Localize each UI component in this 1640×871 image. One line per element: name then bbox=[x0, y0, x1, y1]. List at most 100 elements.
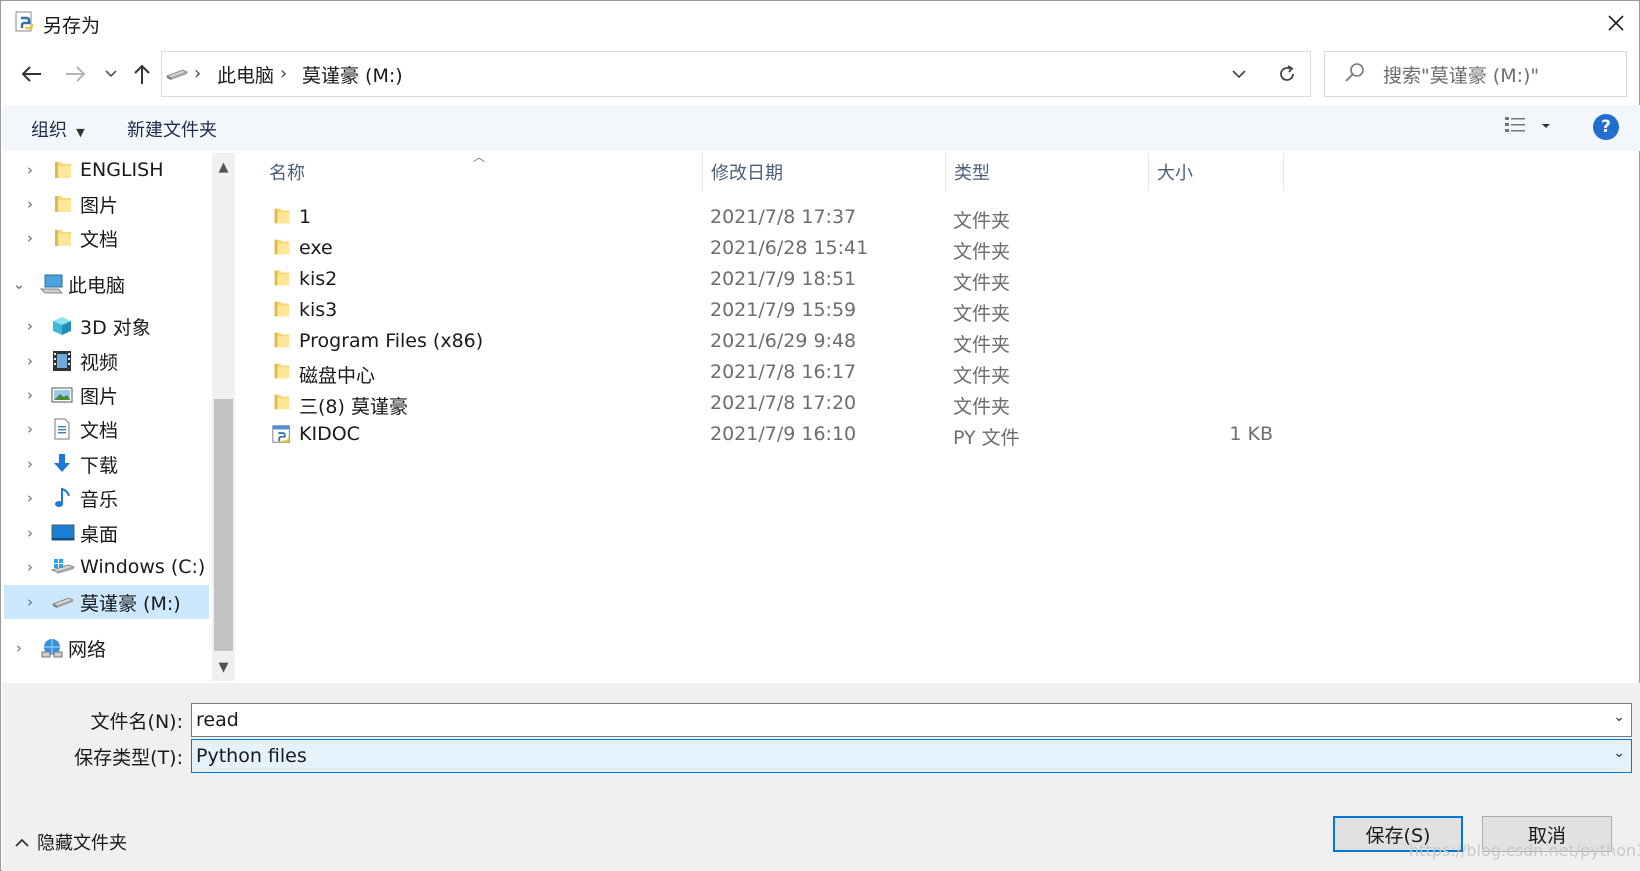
chevron-right-icon: › bbox=[27, 195, 33, 213]
title-bar bbox=[1, 1, 1640, 45]
breadcrumb-current-drive[interactable]: 莫谨豪 (M:) bbox=[302, 61, 403, 88]
filename-input[interactable]: read ⌄ bbox=[191, 703, 1632, 737]
folder-icon bbox=[271, 206, 291, 226]
nav-item-documents-quick[interactable]: › 文档 bbox=[2, 221, 212, 255]
address-dropdown-button[interactable] bbox=[1223, 59, 1255, 89]
scroll-down-arrow-icon[interactable]: ▼ bbox=[212, 653, 235, 681]
file-date: 2021/6/28 15:41 bbox=[710, 237, 869, 259]
computer-icon bbox=[39, 273, 64, 295]
dropdown-caret-icon: ▼ bbox=[72, 126, 85, 139]
chevron-right-icon: › bbox=[27, 524, 33, 542]
recent-locations-button[interactable] bbox=[94, 56, 128, 92]
nav-item-drive-m[interactable]: › 莫谨豪 (M:) bbox=[4, 585, 209, 619]
drive-icon bbox=[165, 65, 189, 87]
nav-item-label: 图片 bbox=[80, 385, 119, 408]
file-date: 2021/7/8 17:20 bbox=[710, 392, 857, 414]
back-button[interactable] bbox=[13, 56, 49, 92]
file-type: 文件夹 bbox=[953, 272, 1011, 294]
chevron-right-icon: › bbox=[16, 639, 22, 657]
nav-item-desktop[interactable]: › 桌面 bbox=[2, 516, 212, 550]
windows-drive-icon bbox=[50, 556, 76, 578]
nav-item-this-pc[interactable]: ⌄ 此电脑 bbox=[2, 267, 212, 301]
file-name: KIDOC bbox=[299, 423, 360, 445]
chevron-right-icon: › bbox=[27, 352, 33, 370]
file-date: 2021/7/9 15:59 bbox=[710, 299, 857, 321]
chevron-down-icon[interactable]: ⌄ bbox=[1613, 709, 1625, 725]
scroll-up-arrow-icon[interactable]: ▲ bbox=[212, 153, 235, 181]
folder-icon bbox=[271, 237, 291, 257]
column-header-size[interactable]: 大小 bbox=[1157, 159, 1193, 185]
nav-item-pictures-quick[interactable]: › 图片 bbox=[2, 187, 212, 221]
command-bar bbox=[2, 105, 1640, 151]
sort-ascending-icon: ︿ bbox=[473, 150, 486, 164]
file-row[interactable]: 三(8) 莫谨豪 2021/7/8 17:20 文件夹 bbox=[263, 388, 1293, 419]
folder-icon bbox=[51, 159, 73, 181]
nav-item-label: 文档 bbox=[80, 419, 119, 442]
column-header-name[interactable]: 名称 bbox=[269, 159, 305, 185]
python-file-icon bbox=[271, 423, 291, 443]
folder-icon bbox=[271, 268, 291, 288]
file-row[interactable]: kis3 2021/7/9 15:59 文件夹 bbox=[263, 295, 1293, 326]
column-divider[interactable] bbox=[702, 153, 703, 191]
nav-item-label: 音乐 bbox=[80, 488, 119, 511]
nav-item-downloads[interactable]: › 下载 bbox=[2, 447, 212, 481]
folder-icon bbox=[271, 361, 291, 381]
network-icon bbox=[40, 637, 63, 659]
file-date: 2021/6/29 9:48 bbox=[710, 330, 857, 352]
file-type: 文件夹 bbox=[953, 303, 1011, 325]
chevron-down-icon[interactable]: ⌄ bbox=[1613, 745, 1625, 761]
hide-folders-toggle[interactable]: 隐藏文件夹 bbox=[15, 829, 127, 855]
column-divider[interactable] bbox=[1283, 153, 1284, 191]
view-options-button[interactable] bbox=[1504, 115, 1560, 142]
nav-item-english[interactable]: › ENGLISH bbox=[2, 153, 212, 187]
chevron-right-icon: › bbox=[27, 161, 33, 179]
nav-item-label: 下载 bbox=[80, 454, 119, 477]
nav-item-videos[interactable]: › 视频 bbox=[2, 344, 212, 378]
breadcrumb-separator: › bbox=[280, 63, 288, 84]
file-row[interactable]: kis2 2021/7/9 18:51 文件夹 bbox=[263, 264, 1293, 295]
column-header-type[interactable]: 类型 bbox=[954, 159, 990, 185]
file-name: 三(8) 莫谨豪 bbox=[299, 396, 408, 418]
nav-item-music[interactable]: › 音乐 bbox=[2, 481, 212, 515]
nav-item-3d-objects[interactable]: › 3D 对象 bbox=[2, 309, 212, 343]
chevron-right-icon: › bbox=[27, 420, 33, 438]
chevron-right-icon: › bbox=[27, 593, 33, 611]
forward-button[interactable] bbox=[58, 56, 94, 92]
column-divider[interactable] bbox=[945, 153, 946, 191]
help-icon[interactable]: ? bbox=[1593, 114, 1619, 140]
file-type: 文件夹 bbox=[953, 241, 1011, 263]
file-row[interactable]: 磁盘中心 2021/7/8 16:17 文件夹 bbox=[263, 357, 1293, 388]
file-row[interactable]: exe 2021/6/28 15:41 文件夹 bbox=[263, 233, 1293, 264]
breadcrumb-this-pc[interactable]: 此电脑 bbox=[217, 61, 274, 88]
close-button[interactable] bbox=[1593, 1, 1639, 45]
nav-item-windows-c[interactable]: › Windows (C:) bbox=[2, 550, 212, 584]
nav-item-label: Windows (C:) bbox=[80, 556, 206, 578]
navigation-pane: › ENGLISH › 图片 › 文档 ⌄ 此电脑 › 3D 对象 › 视频 ›… bbox=[2, 153, 212, 681]
scrollbar-thumb[interactable] bbox=[214, 399, 233, 651]
file-type: 文件夹 bbox=[953, 396, 1011, 418]
organize-menu-button[interactable]: 组织 ▼ bbox=[31, 116, 85, 142]
file-name: Program Files (x86) bbox=[299, 330, 484, 352]
up-button[interactable] bbox=[124, 56, 160, 92]
file-row[interactable]: KIDOC 2021/7/9 16:10 PY 文件 1 KB bbox=[263, 419, 1293, 450]
file-row[interactable]: 1 2021/7/8 17:37 文件夹 bbox=[263, 202, 1293, 233]
chevron-down-icon bbox=[1232, 69, 1246, 78]
nav-item-network[interactable]: › 网络 bbox=[2, 631, 212, 665]
arrow-right-icon bbox=[66, 66, 86, 82]
refresh-button[interactable] bbox=[1263, 51, 1311, 97]
new-folder-button[interactable]: 新建文件夹 bbox=[127, 116, 217, 142]
nav-item-documents[interactable]: › 文档 bbox=[2, 412, 212, 446]
music-icon bbox=[51, 487, 73, 509]
file-type: 文件夹 bbox=[953, 334, 1011, 356]
file-name: 1 bbox=[299, 206, 312, 228]
documents-icon bbox=[51, 418, 73, 440]
column-divider[interactable] bbox=[1148, 153, 1149, 191]
file-type: 文件夹 bbox=[953, 365, 1011, 387]
file-row[interactable]: Program Files (x86) 2021/6/29 9:48 文件夹 bbox=[263, 326, 1293, 357]
nav-item-pictures[interactable]: › 图片 bbox=[2, 378, 212, 412]
folder-icon bbox=[51, 193, 73, 215]
filetype-select[interactable]: Python files ⌄ bbox=[191, 739, 1632, 773]
nav-item-label: 网络 bbox=[68, 638, 107, 661]
column-header-date[interactable]: 修改日期 bbox=[711, 159, 783, 185]
filename-value: read bbox=[196, 709, 239, 731]
